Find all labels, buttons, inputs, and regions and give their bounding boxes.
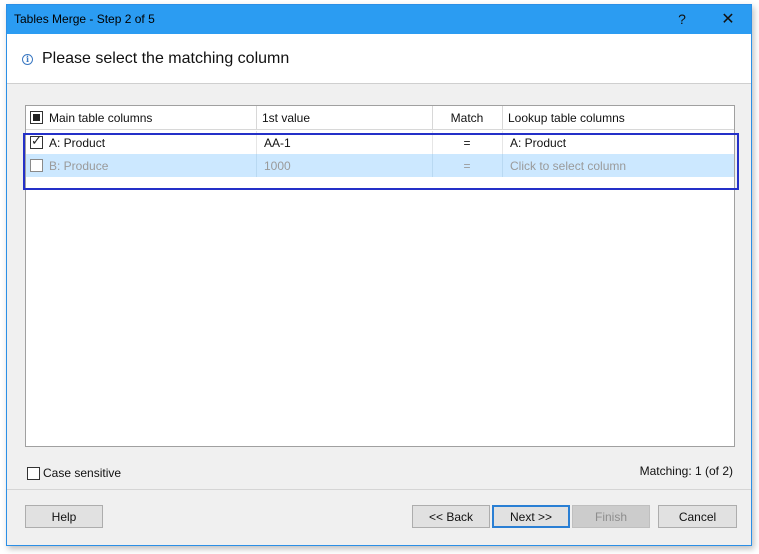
window-title: Tables Merge - Step 2 of 5 <box>14 12 155 26</box>
back-button[interactable]: << Back <box>412 505 490 528</box>
lookup-column-value: A: Product <box>510 135 567 150</box>
first-value: 1000 <box>264 158 291 173</box>
select-all-checkbox[interactable] <box>30 111 43 124</box>
matching-count: Matching: 1 (of 2) <box>639 464 733 478</box>
first-value-cell: 1000 <box>256 154 432 177</box>
first-value: AA-1 <box>264 135 291 150</box>
help-button[interactable]: Help <box>25 505 103 528</box>
column-header-label: Main table columns <box>49 110 153 125</box>
footer-divider <box>7 489 751 490</box>
lookup-column-cell[interactable]: A: Product <box>502 131 736 154</box>
case-sensitive-checkbox[interactable] <box>27 466 40 480</box>
help-question-icon[interactable]: ? <box>669 7 695 31</box>
case-sensitive-option[interactable]: Case sensitive <box>27 466 121 480</box>
match-symbol: = <box>463 158 471 173</box>
column-header-main[interactable]: Main table columns <box>26 106 256 129</box>
match-symbol: = <box>463 135 471 150</box>
main-column-value: A: Product <box>49 135 106 150</box>
table-row[interactable]: B: Produce 1000 = Click to select column <box>26 154 734 177</box>
finish-button[interactable]: Finish <box>572 505 650 528</box>
column-header-lookup[interactable]: Lookup table columns <box>502 106 736 129</box>
row-checkbox[interactable] <box>30 134 43 149</box>
column-header-match[interactable]: Match <box>432 106 502 129</box>
tables-merge-dialog: Tables Merge - Step 2 of 5 ? ✕ i Please … <box>6 4 752 546</box>
match-cell: = <box>432 131 502 154</box>
column-header-label: Lookup table columns <box>508 110 625 125</box>
title-bar[interactable]: Tables Merge - Step 2 of 5 ? ✕ <box>7 5 751 34</box>
case-sensitive-label[interactable]: Case sensitive <box>43 466 121 480</box>
lookup-column-placeholder: Click to select column <box>510 158 627 173</box>
main-column-cell[interactable]: A: Product <box>26 131 256 154</box>
column-header-label: 1st value <box>262 110 311 125</box>
row-checkbox[interactable] <box>30 159 43 172</box>
column-header-label: Match <box>450 110 484 125</box>
close-icon[interactable]: ✕ <box>715 7 741 31</box>
main-column-value: B: Produce <box>49 158 109 173</box>
next-button[interactable]: Next >> <box>492 505 570 528</box>
lookup-column-cell[interactable]: Click to select column <box>502 154 736 177</box>
info-icon: i <box>22 54 33 65</box>
match-cell: = <box>432 154 502 177</box>
cancel-button[interactable]: Cancel <box>658 505 737 528</box>
step-header: i Please select the matching column <box>7 34 751 84</box>
column-header-first-value[interactable]: 1st value <box>256 106 432 129</box>
grid-header-row: Main table columns 1st value Match Looku… <box>26 106 734 130</box>
table-row[interactable]: A: Product AA-1 = A: Product <box>26 131 734 154</box>
main-column-cell[interactable]: B: Produce <box>26 154 256 177</box>
column-matching-grid: Main table columns 1st value Match Looku… <box>25 105 735 447</box>
page-title: Please select the matching column <box>42 50 290 67</box>
first-value-cell: AA-1 <box>256 131 432 154</box>
